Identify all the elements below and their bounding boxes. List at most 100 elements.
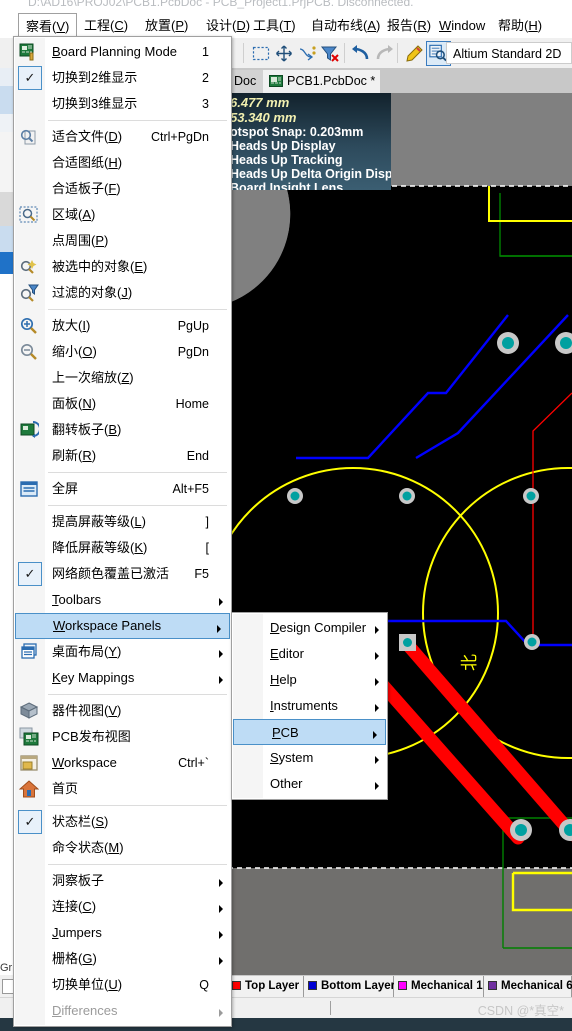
select-area-icon[interactable] (250, 43, 272, 64)
view-menu-item-42[interactable]: Differences (14, 998, 231, 1024)
view-menu-item-accelerator: PgDn (177, 345, 209, 359)
view-menu-item-9[interactable]: 被选中的对象(E) (14, 254, 231, 280)
redo-icon[interactable] (373, 43, 395, 64)
clear-filter-icon[interactable] (319, 43, 341, 64)
workspace-panel-item-2[interactable]: Help (232, 667, 387, 693)
move-icon[interactable] (273, 43, 295, 64)
workspace-icon (19, 753, 39, 773)
menubar-item-1[interactable]: 工程(C) (77, 13, 135, 38)
view-menu-item-label: 刷新(R) (52, 448, 97, 463)
fullscreen-icon (19, 479, 39, 499)
view-menu-item-24[interactable]: Toolbars (14, 587, 231, 613)
menubar-item-8[interactable]: 帮助(H) (491, 13, 549, 38)
workspace-panel-item-4[interactable]: PCB (233, 719, 386, 745)
view-menu-item-26[interactable]: 桌面布局(Y) (14, 639, 231, 665)
workspace-panel-item-5[interactable]: System (232, 745, 387, 771)
view-menu-item-21[interactable]: 提高屏蔽等级(L)] (14, 509, 231, 535)
layer-tab-bar: Top Layer Bottom Layer Mechanical 1 Mechani… (228, 975, 572, 997)
view-menu-item-label: 降低屏蔽等级(K) (52, 540, 148, 555)
menubar-item-6[interactable]: 报告(R) (380, 13, 438, 38)
submenu-arrow-icon (375, 652, 379, 660)
menu-separator (48, 505, 227, 506)
menubar-item-2[interactable]: 放置(P) (138, 13, 195, 38)
view-menu-item-34[interactable]: ✓ 状态栏(S) (14, 809, 231, 835)
view-menu-item-label: 提高屏蔽等级(L) (52, 514, 146, 529)
workspace-panel-item-1[interactable]: Editor (232, 641, 387, 667)
view-menu-item-19[interactable]: 全屏 Alt+F5 (14, 476, 231, 502)
menubar-item-label: 放置(P) (145, 18, 189, 33)
view-menu-item-2[interactable]: 切换到3维显示 3 (14, 91, 231, 117)
document-tab-1[interactable]: PCB1.PcbDoc * (263, 70, 380, 93)
layer-color-swatch (308, 981, 317, 990)
view-menu-item-41[interactable]: 切换单位(U) Q (14, 972, 231, 998)
view-menu-item-17[interactable]: 刷新(R) End (14, 443, 231, 469)
view-menu-item-40[interactable]: 栅格(G) (14, 946, 231, 972)
view-menu-item-label: 切换到2维显示 (52, 70, 138, 85)
layer-tab-label: Mechanical 1 (411, 980, 483, 992)
component-view-icon (19, 701, 39, 721)
view-menu-item-4[interactable]: 适合文件(D) Ctrl+PgDn (14, 124, 231, 150)
view-menu-item-38[interactable]: 连接(C) (14, 894, 231, 920)
cross-probe-icon[interactable] (296, 43, 318, 64)
submenu-arrow-icon (375, 626, 379, 634)
view-menu-item-5[interactable]: 合适图纸(H) (14, 150, 231, 176)
workspace-panel-item-label: System (270, 750, 314, 765)
hud-line-1: 53.340 mm (230, 110, 297, 125)
submenu-arrow-icon (219, 676, 223, 684)
menu-separator (48, 472, 227, 473)
submenu-arrow-icon (219, 931, 223, 939)
view-menu-item-25[interactable]: Workspace Panels (15, 613, 230, 639)
view-menu-item-12[interactable]: 放大(I) PgUp (14, 313, 231, 339)
view-menu-item-35[interactable]: 命令状态(M) (14, 835, 231, 861)
view-menu-item-22[interactable]: 降低屏蔽等级(K) [ (14, 535, 231, 561)
view-menu-item-label: 栅格(G) (52, 951, 97, 966)
view-menu-item-label: 全屏 (52, 481, 79, 496)
view-mode-field[interactable]: Altium Standard 2D (446, 42, 572, 64)
menubar-item-0[interactable]: 察看(V) (18, 13, 78, 38)
document-tab-label: PCB1.PcbDoc * (287, 74, 376, 88)
view-menu-item-6[interactable]: 合适板子(F) (14, 176, 231, 202)
view-menu-item-10[interactable]: 过滤的对象(J) (14, 280, 231, 306)
view-menu-item-32[interactable]: 首页 (14, 776, 231, 802)
view-dropdown-menu: Board Planning Mode 1 ✓ 切换到2维显示 2 切换到3维显示 3 适合文… (13, 36, 232, 1027)
view-menu-item-13[interactable]: 缩小(O) PgDn (14, 339, 231, 365)
view-menu-item-label: 桌面布局(Y) (52, 644, 122, 659)
view-menu-item-16[interactable]: 翻转板子(B) (14, 417, 231, 443)
menubar-item-4[interactable]: 工具(T) (246, 13, 303, 38)
undo-icon[interactable] (350, 43, 372, 64)
menubar-item-5[interactable]: 自动布线(A) (304, 13, 387, 38)
layer-tab-1[interactable]: Bottom Layer (304, 976, 395, 997)
layer-tab-label: Mechanical 6 (501, 980, 572, 992)
layer-tab-2[interactable]: Mechanical 1 (394, 976, 484, 997)
workspace-panel-item-6[interactable]: Other (232, 771, 387, 797)
submenu-arrow-icon (219, 1009, 223, 1017)
view-menu-item-1[interactable]: ✓ 切换到2维显示 2 (14, 65, 231, 91)
view-menu-item-label: 合适图纸(H) (52, 155, 123, 170)
highlight-pen-icon[interactable] (403, 43, 425, 64)
view-menu-item-0[interactable]: Board Planning Mode 1 (14, 39, 231, 65)
menu-separator (48, 120, 227, 121)
menu-bar: 察看(V) 工程(C) 放置(P) 设计(D) 工具(T) 自动布线(A) 报告(R) Win… (0, 13, 572, 38)
view-menu-item-label: 上一次缩放(Z) (52, 370, 134, 385)
view-menu-item-14[interactable]: 上一次缩放(Z) (14, 365, 231, 391)
view-menu-item-30[interactable]: PCB发布视图 (14, 724, 231, 750)
view-menu-item-29[interactable]: 器件视图(V) (14, 698, 231, 724)
view-menu-item-37[interactable]: 洞察板子 (14, 868, 231, 894)
layer-tab-0[interactable]: Top Layer (228, 976, 304, 997)
pcb-canvas[interactable]: 北 6.477 mm 53.340 mm otspot Snap: 0.203m… (228, 93, 572, 975)
view-menu-item-31[interactable]: Workspace Ctrl+` (14, 750, 231, 776)
view-menu-item-label: Board Planning Mode (52, 44, 178, 59)
view-menu-item-15[interactable]: 面板(N) Home (14, 391, 231, 417)
view-menu-item-label: 首页 (52, 781, 79, 796)
view-menu-item-23[interactable]: ✓ 网络颜色覆盖已激活 F5 (14, 561, 231, 587)
view-menu-item-27[interactable]: Key Mappings (14, 665, 231, 691)
zoom-area-icon (19, 205, 39, 225)
view-menu-item-8[interactable]: 点周围(P) (14, 228, 231, 254)
view-menu-item-7[interactable]: 区域(A) (14, 202, 231, 228)
menubar-item-7[interactable]: Window (432, 13, 492, 38)
workspace-panel-item-0[interactable]: Design Compiler (232, 615, 387, 641)
workspace-panel-item-3[interactable]: Instruments (232, 693, 387, 719)
view-menu-item-39[interactable]: Jumpers (14, 920, 231, 946)
view-menu-item-label: 命令状态(M) (52, 840, 124, 855)
layer-tab-3[interactable]: Mechanical 6 (484, 976, 572, 997)
